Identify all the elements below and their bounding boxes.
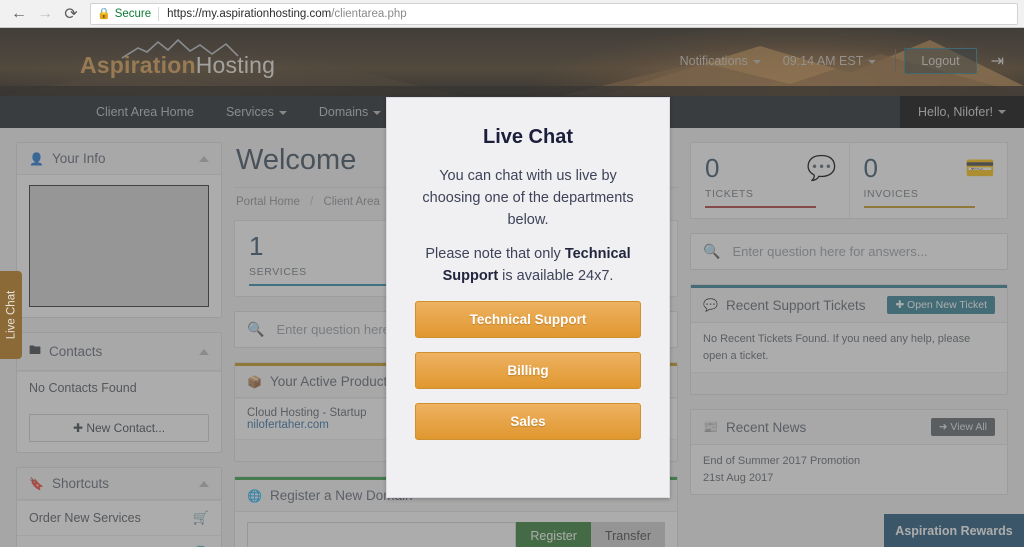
modal-note-pre: Please note that only — [425, 246, 565, 263]
live-chat-tab-label: Live Chat — [5, 290, 17, 340]
technical-support-button[interactable]: Technical Support — [415, 301, 641, 339]
reload-button[interactable]: ⟳ — [58, 1, 84, 27]
live-chat-modal: Live Chat You can chat with us live by c… — [386, 97, 670, 498]
forward-button[interactable]: → — [32, 1, 58, 27]
secure-label: Secure — [114, 7, 152, 20]
modal-title: Live Chat — [482, 126, 574, 148]
lock-icon: 🔒 — [97, 8, 111, 20]
sales-button[interactable]: Sales — [415, 403, 641, 441]
url-protocol: https:// — [167, 7, 202, 20]
screenshot-root: ← → ⟳ 🔒 Secure https://my.aspirationhost… — [0, 0, 1024, 547]
modal-paragraph-2: Please note that only Technical Support … — [415, 243, 641, 287]
billing-button[interactable]: Billing — [415, 352, 641, 390]
back-button[interactable]: ← — [6, 1, 32, 27]
live-chat-tab[interactable]: Live Chat — [0, 271, 22, 359]
omnibox-divider — [158, 6, 160, 21]
browser-toolbar: ← → ⟳ 🔒 Secure https://my.aspirationhost… — [0, 0, 1024, 28]
modal-paragraph-1: You can chat with us live by choosing on… — [422, 168, 634, 229]
url-host: my.aspirationhosting.com — [201, 7, 332, 20]
modal-note-post: is available 24x7. — [498, 268, 614, 285]
address-bar[interactable]: 🔒 Secure https://my.aspirationhosting.co… — [90, 2, 1018, 25]
url-path: /clientarea.php — [331, 7, 407, 20]
